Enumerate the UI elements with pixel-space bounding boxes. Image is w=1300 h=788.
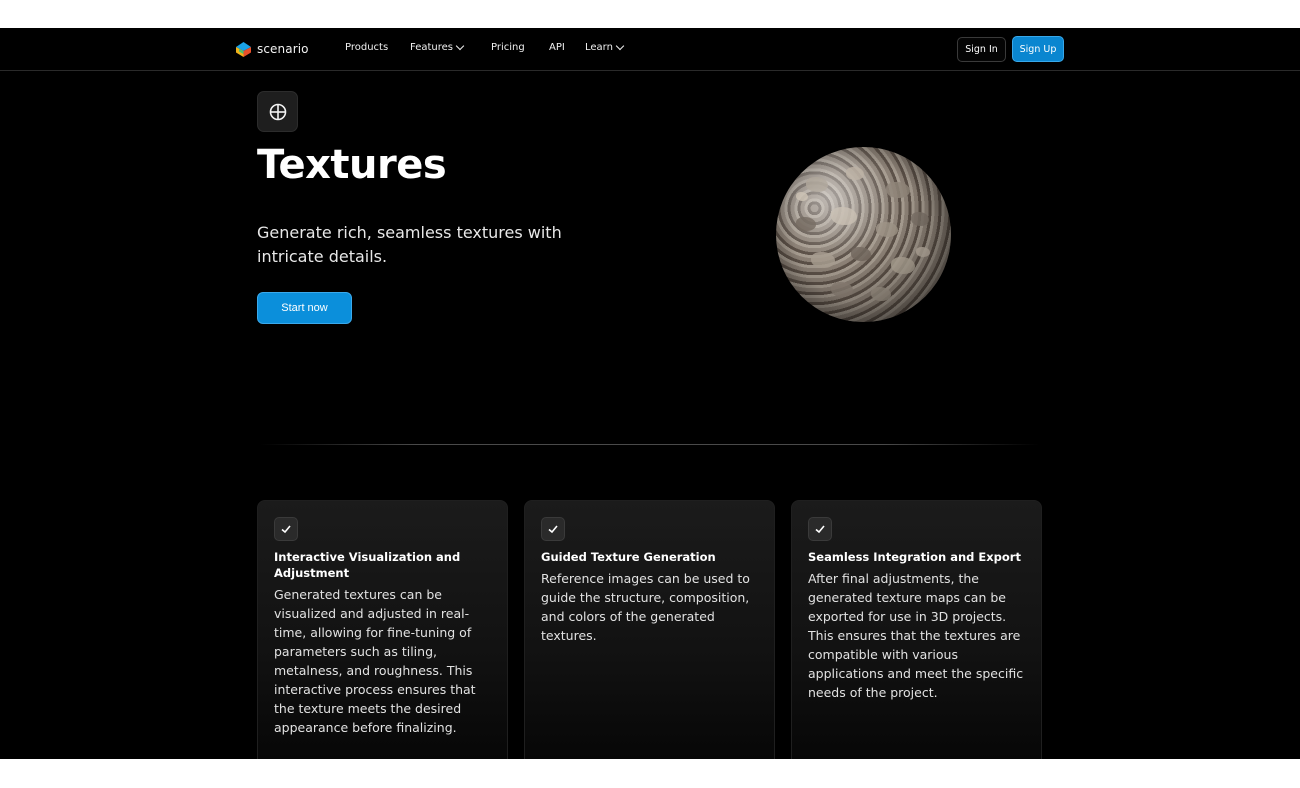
feature-description: Generated textures can be visualized and… bbox=[274, 587, 476, 735]
page-title: Textures bbox=[257, 142, 447, 188]
logo-text: scenario bbox=[257, 42, 309, 56]
sign-up-button[interactable]: Sign Up bbox=[1012, 36, 1064, 62]
stone-texture-sphere bbox=[776, 147, 951, 322]
nav-link-products[interactable]: Products bbox=[345, 42, 388, 53]
check-icon bbox=[274, 517, 298, 541]
check-icon bbox=[541, 517, 565, 541]
page-viewport: scenario Products Features Pricing API L… bbox=[0, 28, 1300, 759]
feature-description: After final adjustments, the generated t… bbox=[808, 571, 1024, 700]
feature-card: Seamless Integration and Export After fi… bbox=[791, 500, 1042, 759]
section-divider bbox=[260, 444, 1040, 445]
hero-subtitle: Generate rich, seamless textures with in… bbox=[257, 223, 562, 266]
chevron-down-icon bbox=[455, 41, 465, 51]
nav-link-pricing[interactable]: Pricing bbox=[491, 42, 525, 53]
start-now-button[interactable]: Start now bbox=[257, 292, 352, 324]
feature-title: Interactive Visualization and Adjustment bbox=[274, 550, 461, 580]
nav-link-label: Pricing bbox=[491, 42, 525, 53]
nav-link-label: Products bbox=[345, 42, 389, 53]
feature-description: Reference images can be used to guide th… bbox=[541, 571, 750, 643]
nav-link-features[interactable]: Features bbox=[410, 41, 465, 53]
scenario-logo-icon bbox=[235, 41, 252, 58]
feature-title: Seamless Integration and Export bbox=[808, 550, 1021, 564]
feature-card: Guided Texture Generation Reference imag… bbox=[524, 500, 775, 759]
nav-link-learn[interactable]: Learn bbox=[585, 41, 625, 53]
top-navigation: scenario Products Features Pricing API L… bbox=[0, 28, 1300, 71]
chevron-down-icon bbox=[615, 41, 625, 51]
nav-link-api[interactable]: API bbox=[549, 42, 565, 53]
logo[interactable]: scenario bbox=[235, 40, 309, 58]
feature-title: Guided Texture Generation bbox=[541, 550, 716, 564]
nav-link-label: Features bbox=[410, 42, 453, 53]
check-icon bbox=[808, 517, 832, 541]
sign-in-button[interactable]: Sign In bbox=[957, 37, 1006, 62]
crosshair-circle-icon bbox=[257, 91, 298, 132]
nav-link-label: Learn bbox=[585, 42, 613, 53]
feature-card: Interactive Visualization and Adjustment… bbox=[257, 500, 508, 759]
nav-link-label: API bbox=[549, 42, 565, 53]
hero-texture-preview bbox=[680, 133, 1042, 336]
